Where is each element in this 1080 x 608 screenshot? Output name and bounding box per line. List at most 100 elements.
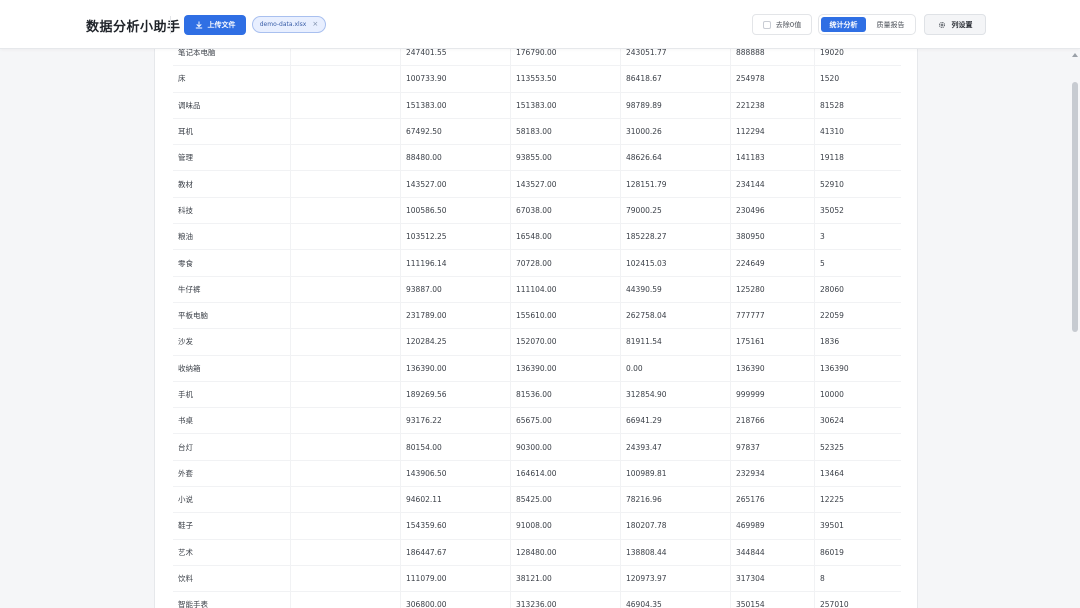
- table-cell: 70728.00: [511, 250, 621, 276]
- gear-icon: [938, 21, 945, 28]
- table-cell: 138808.44: [621, 539, 731, 565]
- table-cell: 93887.00: [401, 276, 511, 302]
- table-row: 牛仔裤 93887.00 111104.00 44390.59 125280 28060: [173, 276, 901, 303]
- table-cell: 120973.97: [621, 565, 731, 592]
- table-cell: 102415.03: [621, 250, 731, 276]
- table-cell-category: 鞋子: [173, 513, 291, 539]
- table-cell: 67038.00: [511, 197, 621, 224]
- table-cell-category: 小说: [173, 487, 291, 513]
- table-cell: [291, 513, 401, 539]
- table-cell: [291, 118, 401, 145]
- table-row: 平板电脑 231789.00 155610.00 262758.04 777777 220…: [173, 302, 901, 330]
- upload-icon: [195, 21, 202, 29]
- scroll-thumb[interactable]: [1072, 82, 1078, 332]
- table-cell: 3: [820, 232, 825, 242]
- table-cell: [291, 302, 401, 329]
- table-cell: [291, 276, 401, 302]
- table-row: 智能手表 306800.00 313236.00 46904.35 350154 2570…: [173, 592, 901, 608]
- table-cell: [291, 460, 401, 487]
- table-cell: 46904.35: [621, 592, 731, 608]
- table-cell: 91008.00: [511, 513, 621, 539]
- table-cell: 66941.29: [621, 408, 731, 434]
- table-cell: 19118: [820, 153, 844, 163]
- upload-file-button[interactable]: 上传文件: [184, 15, 246, 35]
- table-cell: [291, 224, 401, 250]
- table-cell: 257010: [820, 600, 849, 608]
- table-row: 沙发 120284.25 152070.00 81911.54 175161 1836: [173, 329, 901, 356]
- table-cell: 143527.00: [511, 171, 621, 197]
- table-row: 调味品 151383.00 151383.00 98789.89 221238 81528: [173, 92, 901, 119]
- table-cell: 254978: [731, 66, 815, 92]
- table-cell: [291, 408, 401, 434]
- table-cell: 152070.00: [511, 329, 621, 355]
- table-cell: 5: [820, 258, 825, 268]
- table-cell: 100989.81: [621, 460, 731, 487]
- remove-file-icon[interactable]: ×: [312, 21, 318, 28]
- tab-quality-report[interactable]: 质量报告: [868, 17, 913, 32]
- view-mode-switch: 统计分析 质量报告: [818, 14, 916, 35]
- table-cell: 65675.00: [511, 408, 621, 434]
- header-divider: [170, 16, 171, 34]
- table-cell: 103512.25: [401, 224, 511, 250]
- table-cell: [291, 197, 401, 224]
- top-bar: 数据分析小助手 上传文件 demo-data.xlsx × 去除0值 统计分析 …: [0, 0, 1080, 49]
- table-cell: 98789.89: [621, 92, 731, 118]
- remove-zero-toggle[interactable]: 去除0值: [752, 14, 812, 35]
- table-row: 教材 143527.00 143527.00 128151.79 234144 52910: [173, 171, 901, 198]
- table-cell: 128151.79: [621, 171, 731, 197]
- table-cell: 24393.47: [621, 434, 731, 460]
- table-cell: 350154: [731, 592, 815, 608]
- table-cell: 125280: [731, 276, 815, 302]
- column-settings-button[interactable]: 列设置: [924, 14, 986, 35]
- table-cell: 90300.00: [511, 434, 621, 460]
- table-cell-category: 外套: [173, 460, 291, 487]
- table-cell: 1520: [820, 74, 840, 84]
- table-cell-category: 零食: [173, 250, 291, 276]
- table-cell: 31000.26: [621, 118, 731, 145]
- table-cell: 189269.56: [401, 381, 511, 408]
- table-row: 科技 100586.50 67038.00 79000.25 230496 35052: [173, 197, 901, 225]
- table-cell: 94602.11: [401, 487, 511, 513]
- table-cell: 81911.54: [621, 329, 731, 355]
- table-cell: [291, 487, 401, 513]
- table-cell: [291, 381, 401, 408]
- table-row: 鞋子 154359.60 91008.00 180207.78 469989 39501: [173, 513, 901, 540]
- page-scrollbar[interactable]: [1070, 49, 1080, 608]
- table-cell: 136390: [820, 363, 849, 373]
- table-cell: 151383.00: [401, 92, 511, 118]
- table-cell: 100733.90: [401, 66, 511, 92]
- table-cell: 52325: [820, 442, 844, 452]
- table-cell-category: 艺术: [173, 539, 291, 565]
- table-cell-category: 科技: [173, 197, 291, 224]
- table-row: 笔记本电脑 247401.55 176790.00 243051.77 888888 19…: [173, 49, 901, 67]
- table-cell: [291, 171, 401, 197]
- scroll-up-arrow-icon[interactable]: [1072, 53, 1078, 57]
- table-cell: 88480.00: [401, 145, 511, 171]
- table-cell-category: 调味品: [173, 92, 291, 118]
- table-cell: 8: [820, 574, 825, 584]
- table-cell: 155610.00: [511, 302, 621, 329]
- table-cell: 136390.00: [511, 355, 621, 381]
- table-cell: 81528: [820, 100, 844, 110]
- table-cell: 234144: [731, 171, 815, 197]
- table-cell: 111079.00: [401, 565, 511, 592]
- tab-statistics[interactable]: 统计分析: [821, 17, 866, 32]
- table-cell: 999999: [731, 381, 815, 408]
- table-cell: 48626.64: [621, 145, 731, 171]
- table-row: 收纳箱 136390.00 136390.00 0.00 136390 136390: [173, 355, 901, 382]
- table-cell: 85425.00: [511, 487, 621, 513]
- table-cell: 0.00: [621, 355, 731, 381]
- table-row: 零食 111196.14 70728.00 102415.03 224649 5: [173, 250, 901, 277]
- table-cell: 86418.67: [621, 66, 731, 92]
- table-cell: 151383.00: [511, 92, 621, 118]
- remove-zero-checkbox[interactable]: [762, 20, 771, 29]
- table-cell: 312854.90: [621, 381, 731, 408]
- data-table-panel: 笔记本电脑 247401.55 176790.00 243051.77 888888 19…: [154, 49, 918, 608]
- table-cell: 180207.78: [621, 513, 731, 539]
- table-cell: 79000.25: [621, 197, 731, 224]
- table-row: 艺术 186447.67 128480.00 138808.44 344844 86019: [173, 539, 901, 566]
- table-cell: 58183.00: [511, 118, 621, 145]
- table-cell: 41310: [820, 127, 844, 137]
- table-cell: 111104.00: [511, 276, 621, 302]
- table-cell: 81536.00: [511, 381, 621, 408]
